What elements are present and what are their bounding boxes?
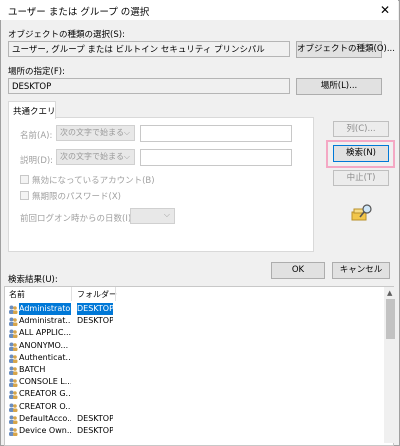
table-row[interactable]: ANONYMO... — [5, 340, 381, 352]
object-type-value: ユーザー, グループ または ビルトイン セキュリティ プリンシパル — [8, 41, 290, 57]
results-list[interactable]: 名前 フォルダー Administrator DESKTOP- Administra… — [4, 286, 394, 446]
description-input[interactable] — [140, 149, 292, 166]
user-group-icon — [8, 317, 18, 327]
table-row[interactable]: Authenticat... — [5, 352, 381, 364]
user-group-icon — [8, 415, 18, 424]
row-name: CREATOR G... — [19, 389, 71, 399]
name-label: 名前(A): — [20, 131, 53, 141]
disabled-accounts-label: 無効になっているアカウント(B) — [32, 176, 155, 186]
description-operator-combo[interactable]: 次の文字で始まる ⌵ — [56, 149, 135, 165]
user-group-icon — [8, 354, 18, 363]
row-name: BATCH — [19, 365, 46, 374]
table-row[interactable]: Device Own... DESKTOP- — [5, 425, 381, 437]
table-row[interactable]: Administrator DESKTOP- — [5, 303, 381, 315]
results-header: 名前 フォルダー — [5, 287, 391, 301]
tab-common-query-label: 共通クエリ — [13, 107, 56, 117]
search-button[interactable]: 検索(N) — [333, 145, 389, 162]
user-group-icon — [8, 366, 18, 375]
row-name: Device Own... — [19, 426, 71, 435]
locations-button[interactable]: 場所(L)... — [296, 78, 382, 95]
cancel-button[interactable]: キャンセル — [332, 262, 390, 279]
no-expire-password-label: 無期限のパスワード(X) — [32, 192, 121, 202]
chevron-down-icon: ⌵ — [163, 210, 170, 219]
chevron-down-icon: ⌵ — [123, 128, 130, 137]
column-divider[interactable] — [71, 287, 72, 301]
description-operator-value: 次の文字で始まる — [60, 152, 124, 161]
table-row[interactable]: Administrat... DESKTOP- — [5, 315, 381, 327]
table-row[interactable]: BATCH — [5, 364, 381, 376]
close-button[interactable]: ✕ — [374, 1, 396, 19]
user-group-icon — [8, 342, 18, 351]
column-header-folder[interactable]: フォルダー — [77, 289, 117, 300]
window-title: ユーザー または グループ の選択 — [8, 7, 150, 18]
results-label: 検索結果(U): — [8, 275, 58, 285]
column-header-name[interactable]: 名前 — [9, 289, 25, 300]
user-group-icon — [8, 329, 18, 339]
stop-button[interactable]: 中止(T) — [333, 170, 389, 186]
table-row[interactable]: CREATOR O... — [5, 401, 381, 413]
row-name: ALL APPLIC... — [19, 328, 71, 338]
row-folder: DESKTOP- — [77, 426, 113, 435]
row-folder: DESKTOP- — [77, 316, 113, 326]
table-row[interactable]: CREATOR G... — [5, 388, 381, 400]
days-since-logon-combo[interactable]: ⌵ — [130, 208, 175, 224]
user-group-icon — [8, 390, 18, 400]
tab-common-query[interactable]: 共通クエリ — [8, 101, 56, 119]
chevron-down-icon: ⌵ — [123, 152, 130, 161]
ok-button[interactable]: OK — [271, 262, 325, 279]
object-types-button[interactable]: オブジェクトの種類(O)... — [296, 41, 395, 58]
user-group-icon — [8, 378, 18, 388]
columns-button[interactable]: 列(C)... — [333, 121, 389, 137]
results-scrollbar[interactable]: ▲ — [384, 287, 397, 443]
user-group-icon — [8, 305, 18, 314]
table-row[interactable]: DefaultAcco... DESKTOP- — [5, 413, 381, 425]
user-group-icon — [8, 403, 18, 412]
search-animation-icon — [350, 203, 374, 223]
name-input[interactable] — [140, 125, 292, 142]
disabled-accounts-checkbox[interactable] — [20, 175, 29, 184]
column-divider[interactable] — [115, 287, 116, 301]
row-name: CREATOR O... — [19, 401, 71, 411]
name-operator-combo[interactable]: 次の文字で始まる ⌵ — [56, 125, 135, 141]
days-since-logon-label: 前回ログオン時からの日数(I): — [20, 214, 135, 224]
object-type-label: オブジェクトの種類の選択(S): — [8, 30, 125, 40]
row-name: CONSOLE L... — [19, 377, 71, 387]
row-folder: DESKTOP- — [77, 303, 113, 315]
name-operator-value: 次の文字で始まる — [60, 128, 124, 137]
row-name: Administrator — [19, 303, 71, 315]
no-expire-password-checkbox[interactable] — [20, 191, 29, 200]
row-name: ANONYMO... — [19, 340, 69, 350]
table-row[interactable]: ALL APPLIC... — [5, 327, 381, 339]
row-name: DefaultAcco... — [19, 413, 71, 423]
row-name: Administrat... — [19, 316, 71, 326]
row-folder: DESKTOP- — [77, 413, 113, 423]
scrollbar-thumb[interactable] — [386, 299, 395, 339]
table-row[interactable]: CONSOLE L... — [5, 376, 381, 388]
user-group-icon — [8, 427, 18, 436]
row-name: Authenticat... — [19, 352, 71, 362]
description-label: 説明(D): — [20, 156, 54, 166]
location-value: DESKTOP — [8, 78, 290, 94]
scroll-up-icon[interactable]: ▲ — [387, 289, 392, 297]
location-label: 場所の指定(F): — [8, 67, 65, 77]
